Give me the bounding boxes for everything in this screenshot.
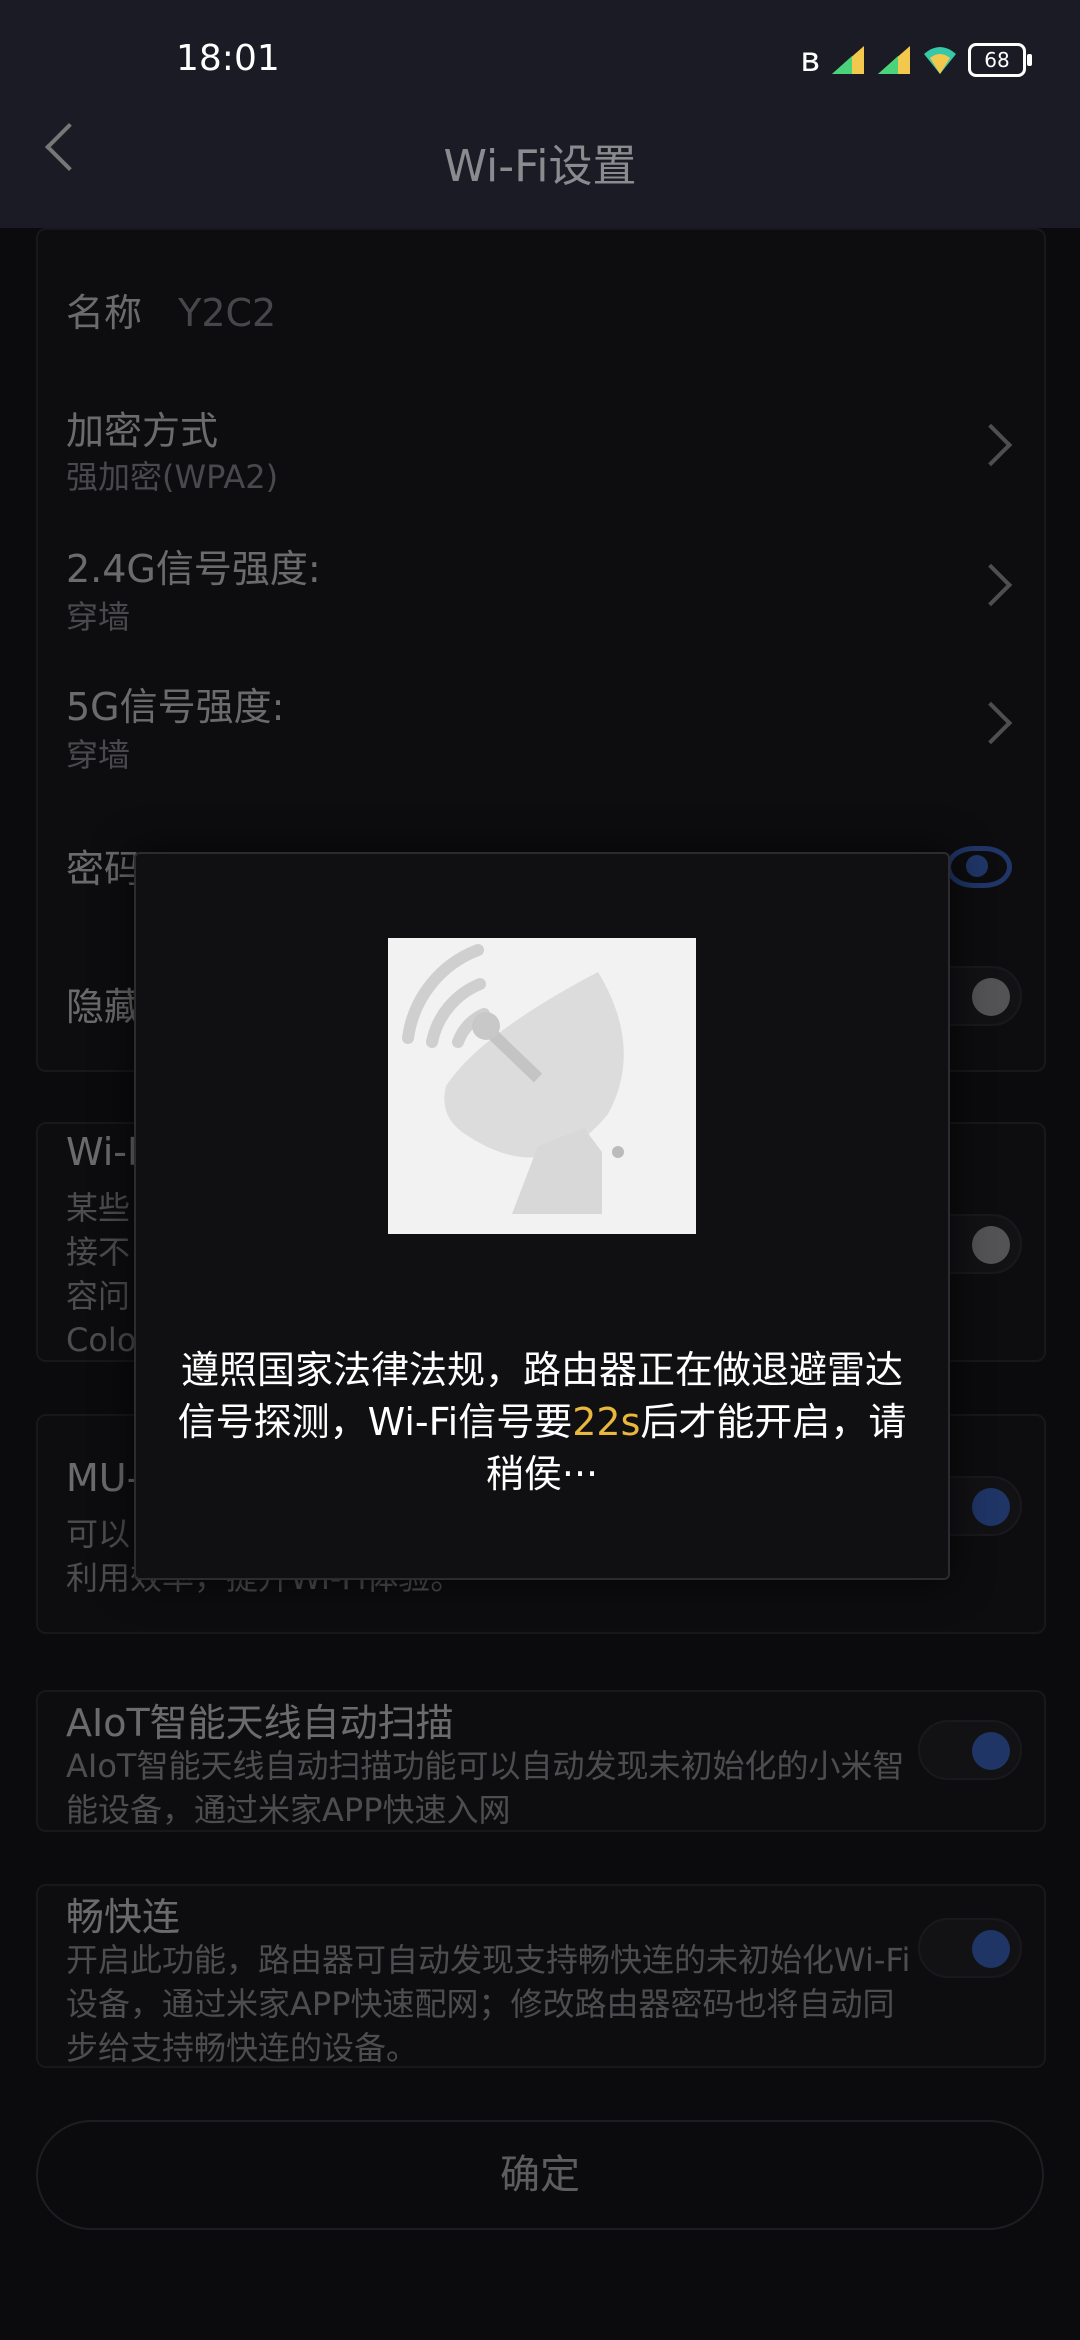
- signal-icon: [878, 46, 910, 74]
- toggle-knob: [972, 1226, 1010, 1264]
- quick-connect-desc: 开启此功能，路由器可自动发现支持畅快连的未初始化Wi-Fi设备，通过米家APP快…: [66, 1941, 911, 2067]
- quick-connect-toggle[interactable]: [918, 1918, 1022, 1978]
- chevron-right-icon[interactable]: [969, 563, 1013, 607]
- signal5-label[interactable]: 5G信号强度:: [66, 676, 284, 731]
- hidden-label: 隐藏: [66, 985, 143, 1029]
- countdown-timer: 22s: [572, 1400, 641, 1444]
- mu-mimo-label: MU-: [66, 1456, 141, 1500]
- signal-icon: [832, 46, 864, 74]
- signal5-value: 穿墙: [66, 736, 131, 774]
- chevron-right-icon[interactable]: [969, 701, 1013, 745]
- encryption-label[interactable]: 加密方式: [66, 400, 218, 455]
- aiot-desc: AIoT智能天线自动扫描功能可以自动发现未初始化的小米智能设备，通过米家APP快…: [66, 1747, 905, 1829]
- status-time: 18:01: [176, 38, 280, 79]
- name-label: 名称: [66, 291, 143, 335]
- satellite-dish-icon: [388, 938, 696, 1234]
- signal24-value: 穿墙: [66, 598, 131, 636]
- page-title: Wi-Fi设置: [443, 141, 637, 192]
- status-icons: ʙ 68: [800, 40, 1032, 80]
- toggle-knob: [972, 978, 1010, 1016]
- top-bar: 18:01 ʙ 68 Wi-Fi设置: [0, 0, 1080, 228]
- confirm-button[interactable]: 确定: [36, 2120, 1044, 2230]
- aiot-label: AIoT智能天线自动扫描: [66, 1701, 454, 1745]
- bluetooth-icon: ʙ: [800, 40, 820, 80]
- name-row: 名称 Y2C2: [66, 282, 276, 337]
- signal24-label[interactable]: 2.4G信号强度:: [66, 538, 321, 593]
- password-label: 密码: [66, 847, 143, 891]
- toggle-knob: [972, 1930, 1010, 1968]
- aiot-toggle[interactable]: [918, 1720, 1022, 1780]
- eye-icon[interactable]: [946, 846, 1012, 888]
- quick-connect-card: 畅快连 开启此功能，路由器可自动发现支持畅快连的未初始化Wi-Fi设备，通过米家…: [36, 1884, 1046, 2068]
- toggle-knob: [972, 1732, 1010, 1770]
- toggle-knob: [972, 1488, 1010, 1526]
- quick-connect-label: 畅快连: [66, 1895, 181, 1939]
- aiot-card: AIoT智能天线自动扫描 AIoT智能天线自动扫描功能可以自动发现未初始化的小米…: [36, 1690, 1046, 1832]
- wifi-icon: [924, 47, 956, 74]
- dialog-message: 遵照国家法律法规，路由器正在做退避雷达信号探测，Wi-Fi信号要22s后才能开启…: [176, 1344, 908, 1500]
- chevron-right-icon[interactable]: [969, 423, 1013, 467]
- battery-icon: 68: [968, 43, 1032, 77]
- radar-detection-dialog: 遵照国家法律法规，路由器正在做退避雷达信号探测，Wi-Fi信号要22s后才能开启…: [134, 852, 950, 1580]
- name-value: Y2C2: [178, 291, 277, 335]
- encryption-value: 强加密(WPA2): [66, 458, 279, 496]
